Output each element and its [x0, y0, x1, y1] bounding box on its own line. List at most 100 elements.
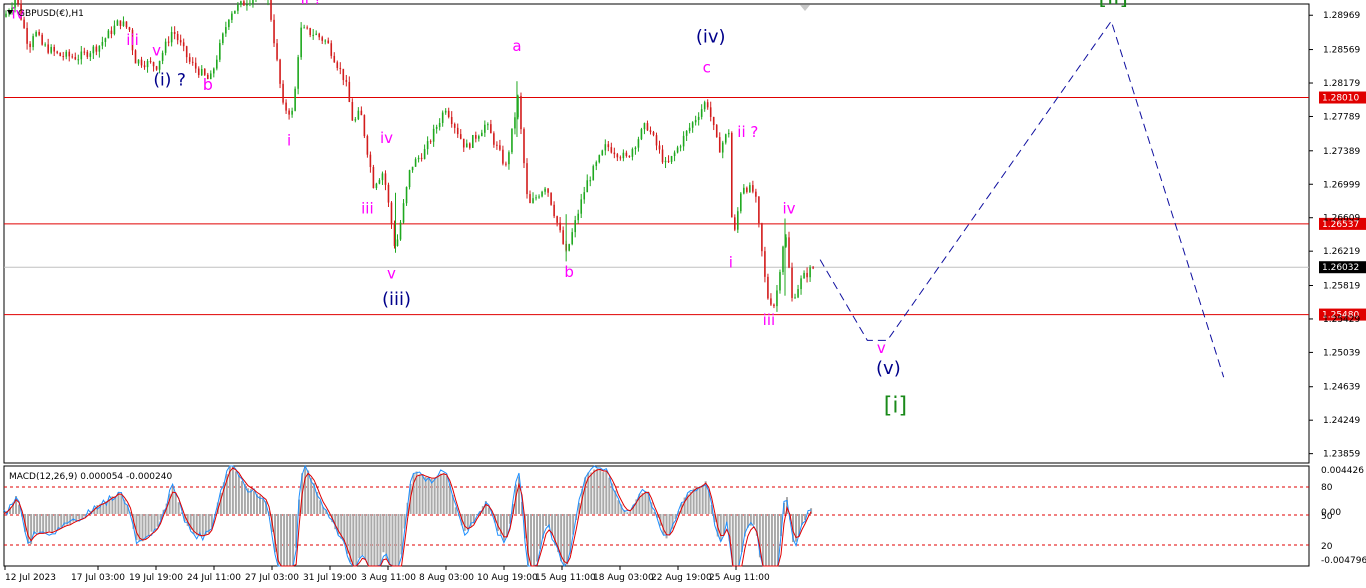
wave-label[interactable]: (v) [876, 358, 901, 379]
candle-body [216, 59, 218, 69]
candle-body [538, 196, 540, 198]
candle-body [529, 194, 531, 203]
candle-body [80, 51, 83, 60]
candle-body [345, 80, 348, 82]
wave-label[interactable]: v [387, 265, 396, 283]
chart-canvas[interactable]: 1.280101.265371.254801.26032 0.004426805… [0, 0, 1366, 588]
candle-body [351, 102, 354, 121]
candle-body [562, 230, 564, 244]
candle-body [333, 55, 336, 63]
price-axis-label: 1.26609 [1323, 214, 1360, 224]
wave-label[interactable]: i [287, 132, 291, 150]
candle-body [788, 237, 790, 268]
candle-body [417, 157, 420, 160]
candle-body [580, 199, 583, 214]
candle-body [646, 123, 649, 131]
candle-body [98, 45, 101, 52]
candle-body [450, 116, 453, 124]
candle-body [432, 128, 435, 142]
candle-body [613, 152, 616, 155]
candle-body [643, 123, 646, 130]
candle-body [321, 37, 324, 41]
wave-label[interactable]: [ii] [1099, 0, 1128, 10]
wave-label[interactable]: b [564, 263, 574, 281]
candle-body [315, 33, 317, 35]
candle-body [44, 44, 46, 46]
wave-label[interactable]: b [203, 75, 213, 94]
candle-body [812, 267, 814, 269]
candle-body [767, 276, 769, 299]
wave-label[interactable]: ii ? [301, 0, 322, 8]
candle-body [523, 129, 525, 164]
candle-body [291, 110, 293, 115]
candle-body [294, 88, 296, 111]
candle-body [604, 144, 607, 151]
candle-body [273, 19, 275, 44]
candle-body [511, 128, 513, 153]
candle-body [372, 167, 375, 189]
candle-body [420, 157, 423, 159]
candle-body [155, 66, 158, 70]
candle-body [116, 20, 119, 26]
candle-body [453, 123, 456, 128]
candle-body [194, 62, 197, 69]
candle-body [490, 124, 492, 134]
candle-body [676, 147, 679, 153]
candle-body [752, 185, 754, 192]
wave-label[interactable]: v [877, 339, 886, 357]
time-axis-label: 10 Aug 19:00 [477, 573, 538, 583]
candle-body [724, 134, 727, 143]
candle-body [282, 83, 284, 103]
price-axis-label: 1.26999 [1323, 180, 1360, 190]
candle-body [622, 152, 625, 159]
candle-body [354, 119, 357, 121]
candle-body [631, 149, 634, 157]
wave-label[interactable]: v [152, 41, 161, 59]
candle-body [26, 27, 28, 44]
candle-body [62, 56, 65, 58]
candle-body [532, 198, 534, 203]
wave-label[interactable]: iii [126, 31, 139, 49]
candle-body [797, 289, 799, 298]
candle-body [703, 102, 706, 110]
wave-label[interactable]: i [729, 253, 733, 271]
candle-body [764, 251, 766, 277]
candle-body [475, 135, 477, 139]
candle-body [134, 50, 137, 64]
wave-label[interactable]: (iv) [696, 27, 726, 48]
candle-body [700, 109, 703, 117]
candle-body [191, 61, 194, 63]
candle-body [803, 272, 805, 279]
candle-body [41, 34, 43, 45]
candle-body [71, 56, 74, 58]
wave-label[interactable]: a [512, 37, 521, 55]
candle-body [303, 27, 305, 29]
wave-label[interactable]: iii [361, 199, 374, 217]
candle-body [758, 196, 760, 224]
candle-body [237, 4, 239, 11]
candle-body [496, 144, 498, 146]
candle-body [462, 138, 465, 148]
candle-body [727, 132, 730, 135]
candle-body [122, 21, 125, 26]
wave-label[interactable]: ii ? [737, 123, 758, 141]
candle-body [746, 187, 748, 192]
candle-body [471, 135, 474, 148]
wave-label[interactable]: [i] [884, 393, 907, 418]
candle-body [435, 127, 438, 129]
wave-label[interactable]: c [703, 59, 711, 77]
price-panel[interactable] [3, 3, 1310, 464]
candle-body [53, 47, 55, 52]
wave-label[interactable]: iii [763, 311, 776, 329]
macd-title: MACD(12,26,9) 0.000054 -0.000240 [9, 472, 172, 482]
wave-label[interactable]: (iii) [382, 289, 411, 310]
wave-label[interactable]: iv [380, 129, 393, 147]
candle-body [270, 0, 272, 20]
candle-body [348, 81, 351, 103]
candle-body [673, 152, 676, 157]
wave-label[interactable]: (i) ? [153, 71, 185, 91]
candle-body [167, 41, 170, 43]
time-axis-label: 8 Aug 03:00 [419, 573, 474, 583]
wave-label[interactable]: iv [782, 199, 795, 217]
wave-label[interactable]: a [170, 0, 179, 4]
